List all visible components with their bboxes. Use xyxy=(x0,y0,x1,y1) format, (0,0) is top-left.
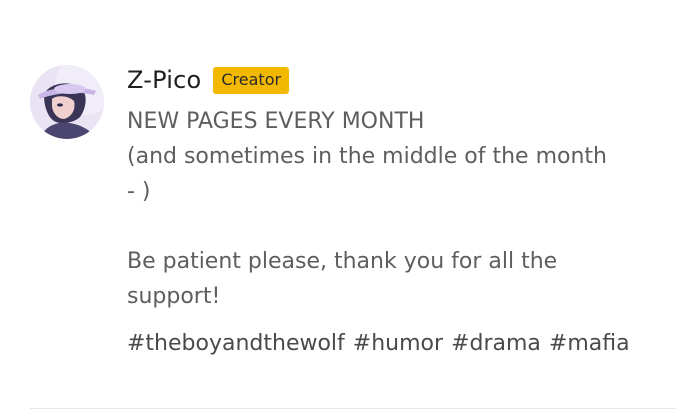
tag-list: #theboyandthewolf #humor #drama #mafia xyxy=(127,328,687,360)
avatar[interactable] xyxy=(30,65,104,139)
post-line: (and sometimes in the middle of the mont… xyxy=(127,144,607,169)
post-line: - ) xyxy=(127,179,151,204)
author-name[interactable]: Z-Pico xyxy=(127,66,201,94)
tag-link[interactable]: #humor xyxy=(353,328,443,360)
tag-link[interactable]: #mafia xyxy=(549,328,630,360)
post-line: NEW PAGES EVERY MONTH xyxy=(127,109,425,134)
post-content: Z-Pico Creator NEW PAGES EVERY MONTH (an… xyxy=(127,62,687,360)
author-row: Z-Pico Creator xyxy=(127,62,687,98)
post-line: support! xyxy=(127,284,221,309)
creator-badge: Creator xyxy=(213,66,290,94)
avatar-icon xyxy=(30,65,104,139)
post-line: Be patient please, thank you for all the xyxy=(127,249,558,274)
tag-link[interactable]: #theboyandthewolf xyxy=(127,328,345,360)
divider xyxy=(30,408,676,409)
post-body: NEW PAGES EVERY MONTH (and sometimes in … xyxy=(127,104,687,314)
creator-post: Z-Pico Creator NEW PAGES EVERY MONTH (an… xyxy=(0,0,700,412)
tag-link[interactable]: #drama xyxy=(451,328,541,360)
